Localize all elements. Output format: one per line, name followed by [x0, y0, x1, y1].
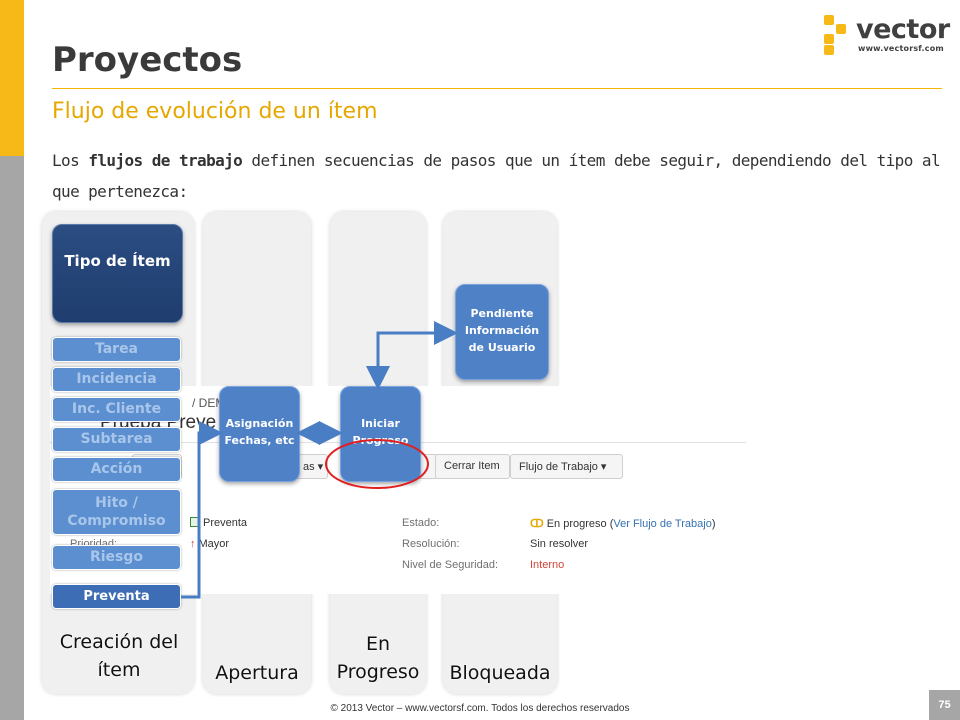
- logo-wordmark: vector: [856, 14, 950, 45]
- type-subtarea: Subtarea: [52, 427, 181, 452]
- type-preventa: Preventa: [52, 584, 181, 609]
- logo-square-1: [824, 15, 834, 25]
- page-number: 75: [929, 690, 960, 720]
- security-value: Interno: [530, 559, 565, 571]
- close-item-button[interactable]: Cerrar Item: [435, 454, 510, 479]
- workflow-dropdown[interactable]: Flujo de Trabajo ▾: [510, 454, 623, 479]
- intro-paragraph: Los flujos de trabajo definen secuencias…: [52, 145, 941, 207]
- lane-label-bloqueada: Bloqueada: [449, 662, 551, 684]
- status-value: ↀ En progreso (Ver Flujo de Trabajo): [530, 518, 716, 530]
- vector-logo: vector www.vectorsf.com: [820, 12, 950, 56]
- footer-copyright: © 2013 Vector – www.vectorsf.com. Todos …: [330, 703, 630, 714]
- type-incidencia: Incidencia: [52, 367, 181, 392]
- type-value: Preventa: [190, 517, 247, 529]
- item-type-box: Tipo de Ítem: [52, 224, 183, 323]
- logo-square-3: [824, 34, 834, 44]
- resolution-label: Resolución:: [402, 538, 460, 550]
- logo-square-4: [824, 45, 834, 55]
- status-icon: ↀ: [530, 518, 544, 530]
- para-bold: flujos de trabajo: [88, 151, 243, 170]
- workflow-link[interactable]: Ver Flujo de Trabajo: [613, 518, 711, 530]
- type-value-text: Preventa: [203, 517, 248, 529]
- lane-label-apertura: Apertura: [215, 662, 299, 684]
- logo-url: www.vectorsf.com: [858, 44, 944, 53]
- resolution-value: Sin resolver: [530, 538, 589, 550]
- type-tarea: Tarea: [52, 337, 181, 362]
- slide-subtitle: Flujo de evolución de un ítem: [52, 99, 378, 124]
- type-hito-compromiso: Hito / Compromiso: [52, 489, 181, 535]
- preventa-icon: [190, 517, 200, 527]
- priority-value-text: Mayor: [198, 538, 230, 550]
- title-divider: [52, 88, 942, 89]
- step-pendiente-info: Pendiente Información de Usuario: [455, 284, 549, 380]
- left-gray-bar: [0, 156, 24, 720]
- security-label: Nivel de Seguridad:: [402, 559, 499, 571]
- type-inc-cliente: Inc. Cliente: [52, 397, 181, 422]
- priority-up-icon: ↑: [190, 538, 196, 550]
- logo-square-2: [836, 24, 846, 34]
- type-accion: Acción: [52, 457, 181, 482]
- slide-title: Proyectos: [52, 40, 243, 80]
- status-value-text: En progreso: [546, 518, 607, 530]
- lane-label-creacion: Creación del ítem: [59, 631, 179, 681]
- step-asignacion: Asignación Fechas, etc: [219, 386, 300, 482]
- priority-value: ↑ Mayor: [190, 538, 229, 550]
- type-riesgo: Riesgo: [52, 545, 181, 570]
- lane-label-en-progreso: En Progreso: [336, 633, 420, 683]
- step-iniciar-progreso: Iniciar Progreso: [340, 386, 421, 482]
- para-text-1: Los: [52, 151, 89, 170]
- status-label: Estado:: [402, 517, 440, 529]
